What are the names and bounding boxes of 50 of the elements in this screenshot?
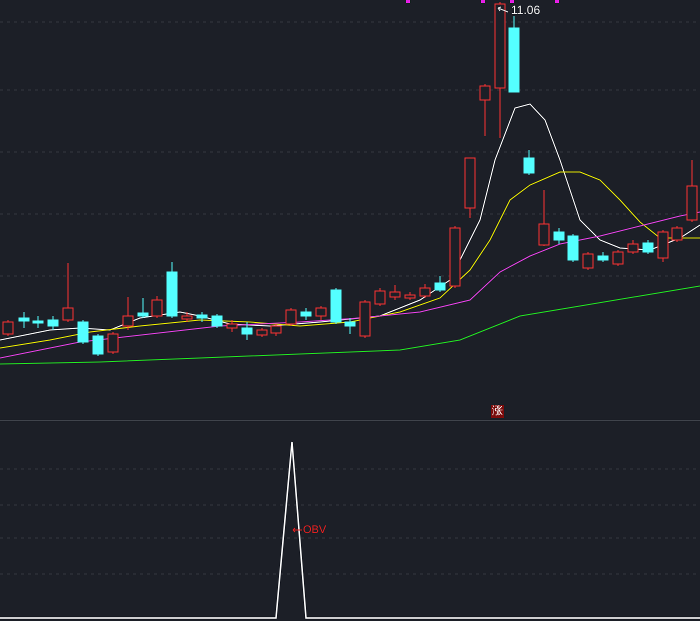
candlestick xyxy=(108,332,118,354)
candlestick xyxy=(480,84,490,136)
candlestick xyxy=(598,252,608,262)
candlestick xyxy=(582,252,594,270)
candlestick xyxy=(538,190,550,246)
candlestick xyxy=(464,158,476,218)
candlestick xyxy=(404,292,416,300)
candlestick xyxy=(32,316,44,328)
candlestick xyxy=(62,262,74,322)
candlestick xyxy=(300,308,312,320)
candlestick xyxy=(122,296,134,330)
candlestick xyxy=(78,320,88,344)
indicator-label: OBV xyxy=(303,524,326,536)
candlestick xyxy=(2,320,14,336)
candlestick xyxy=(286,308,296,326)
candlestick xyxy=(434,276,446,292)
candlestick xyxy=(658,230,668,262)
candlestick xyxy=(420,284,430,298)
candlestick xyxy=(182,312,192,322)
candlestick xyxy=(48,316,58,330)
candlestick xyxy=(344,318,356,334)
candlestick xyxy=(256,328,268,338)
candlestick xyxy=(270,324,282,336)
candlestick xyxy=(686,160,698,222)
candlestick xyxy=(450,226,460,288)
candlestick xyxy=(568,234,578,262)
candlestick xyxy=(524,150,534,176)
arrow-icon xyxy=(497,6,509,14)
candlestick xyxy=(18,312,30,328)
candlestick xyxy=(374,288,386,306)
candlestick xyxy=(242,322,252,340)
candlestick xyxy=(612,250,624,266)
candlestick xyxy=(138,298,148,318)
candlestick xyxy=(330,288,342,324)
candlestick xyxy=(196,312,208,322)
candlestick xyxy=(166,262,178,318)
candlestick xyxy=(152,296,162,318)
candlestick xyxy=(226,320,238,332)
high-price-label: 11.06 xyxy=(511,4,540,16)
candlestick xyxy=(628,240,638,254)
rise-badge: 涨 xyxy=(491,405,504,418)
arrow-icon xyxy=(292,527,302,533)
candlestick xyxy=(390,284,400,300)
candlestick xyxy=(554,228,564,244)
candlestick xyxy=(642,240,654,254)
candlestick xyxy=(672,226,682,242)
candlestick xyxy=(316,306,326,320)
candlestick xyxy=(92,334,104,356)
candlestick xyxy=(212,314,222,328)
candlestick xyxy=(360,300,370,338)
